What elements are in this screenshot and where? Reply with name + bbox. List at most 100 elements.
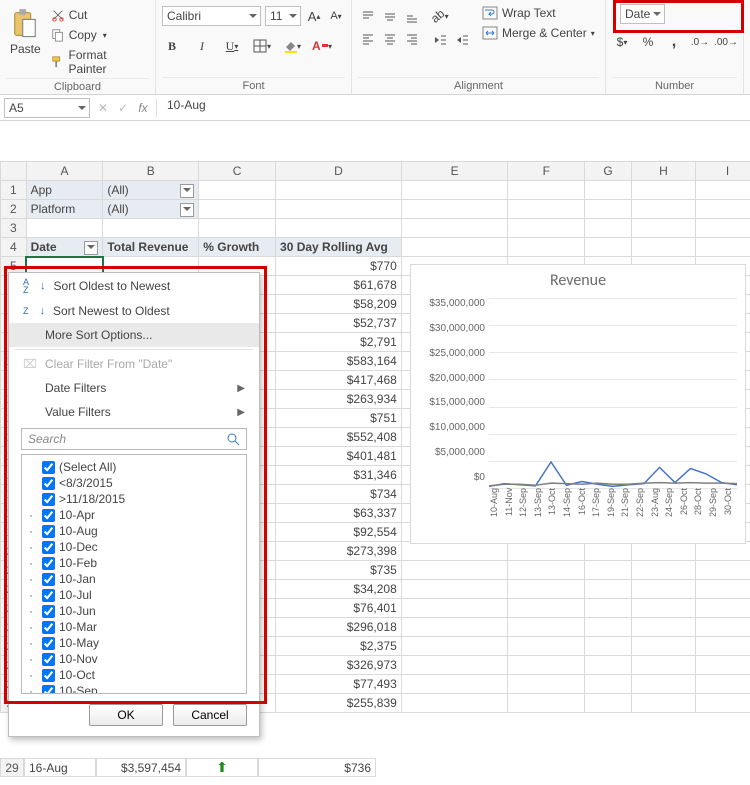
filter-item[interactable]: · 10-Apr — [24, 507, 244, 523]
filter-item[interactable]: (Select All) — [24, 459, 244, 475]
italic-button[interactable]: I — [192, 36, 212, 56]
revenue-chart[interactable]: Revenue $35,000,000$30,000,000$25,000,00… — [410, 264, 746, 544]
col-header-F[interactable]: F — [508, 162, 585, 181]
col-header-H[interactable]: H — [632, 162, 696, 181]
row-29[interactable]: 29 16-Aug $3,597,454 ⬆ $736 — [0, 758, 376, 777]
decrease-font-button[interactable]: A▾ — [327, 6, 345, 26]
filter-item[interactable]: · 10-Jul — [24, 587, 244, 603]
pivot-header-rolling[interactable]: 30 Day Rolling Avg — [276, 238, 402, 257]
pivot-filter-app-value[interactable]: (All) — [103, 181, 199, 200]
increase-indent-button[interactable] — [452, 30, 472, 50]
filter-item[interactable]: · 10-Dec — [24, 539, 244, 555]
dropdown-icon[interactable] — [180, 184, 194, 198]
filter-cancel-button[interactable]: Cancel — [173, 704, 247, 726]
bold-button[interactable]: B — [162, 36, 182, 56]
copy-button[interactable]: Copy ▾ — [49, 26, 149, 44]
fill-color-button[interactable]: ▾ — [282, 36, 302, 56]
filter-item[interactable]: · 10-Jun — [24, 603, 244, 619]
underline-button[interactable]: U ▾ — [222, 36, 242, 56]
cell-D17[interactable]: $734 — [276, 485, 402, 504]
sort-ascending-item[interactable]: ↓ Sort Oldest to Newest — [9, 273, 259, 299]
enter-formula-button[interactable]: ✓ — [114, 101, 132, 115]
dropdown-icon[interactable] — [180, 203, 194, 217]
pivot-filter-app-label[interactable]: App — [26, 181, 103, 200]
font-color-button[interactable]: A▾ — [312, 36, 332, 56]
select-all-corner[interactable] — [1, 162, 27, 181]
cell-D14[interactable]: $552,408 — [276, 428, 402, 447]
pivot-header-date[interactable]: Date — [26, 238, 103, 257]
align-middle-button[interactable] — [380, 6, 400, 26]
increase-decimal-button[interactable]: .0→ — [690, 32, 710, 52]
cell-D29[interactable]: $736 — [258, 758, 376, 777]
cell-C29[interactable]: ⬆ — [186, 758, 258, 777]
more-sort-options-item[interactable]: More Sort Options... — [9, 323, 259, 347]
align-bottom-button[interactable] — [402, 6, 422, 26]
cell-D25[interactable]: $2,375 — [276, 637, 402, 656]
cell-D19[interactable]: $92,554 — [276, 523, 402, 542]
align-top-button[interactable] — [358, 6, 378, 26]
pivot-header-revenue[interactable]: Total Revenue — [103, 238, 199, 257]
increase-font-button[interactable]: A▴ — [305, 6, 323, 26]
cell-A29[interactable]: 16-Aug — [24, 758, 96, 777]
formula-input[interactable]: 10-Aug — [161, 98, 746, 118]
cell-D28[interactable]: $255,839 — [276, 694, 402, 713]
cell-D23[interactable]: $76,401 — [276, 599, 402, 618]
filter-values-list[interactable]: (Select All) <8/3/2015 >11/18/2015· 10-A… — [21, 454, 247, 694]
borders-button[interactable]: ▾ — [252, 36, 272, 56]
filter-item[interactable]: · 10-Sep — [24, 683, 244, 694]
format-painter-button[interactable]: Format Painter — [49, 46, 149, 78]
align-left-button[interactable] — [358, 28, 378, 48]
cancel-formula-button[interactable]: ✕ — [94, 101, 112, 115]
filter-item[interactable]: · 10-Mar — [24, 619, 244, 635]
align-right-button[interactable] — [402, 28, 422, 48]
filter-item[interactable]: <8/3/2015 — [24, 475, 244, 491]
merge-center-button[interactable]: Merge & Center ▾ — [482, 26, 595, 40]
pivot-filter-platform-value[interactable]: (All) — [103, 200, 199, 219]
col-header-I[interactable]: I — [695, 162, 750, 181]
filter-ok-button[interactable]: OK — [89, 704, 163, 726]
name-box[interactable]: A5 — [4, 98, 90, 118]
decrease-decimal-button[interactable]: .00→ — [716, 32, 736, 52]
font-size-combo[interactable]: 11 — [265, 6, 301, 26]
column-headers[interactable]: A B C D E F G H I — [1, 162, 750, 181]
cell-D9[interactable]: $2,791 — [276, 333, 402, 352]
col-header-D[interactable]: D — [276, 162, 402, 181]
filter-item[interactable]: · 10-Aug — [24, 523, 244, 539]
cell-D21[interactable]: $735 — [276, 561, 402, 580]
orientation-button[interactable]: ab▾ — [430, 6, 450, 26]
cell-D13[interactable]: $751 — [276, 409, 402, 428]
pivot-filter-platform-label[interactable]: Platform — [26, 200, 103, 219]
filter-item[interactable]: · 10-Jan — [24, 571, 244, 587]
cell-D26[interactable]: $326,973 — [276, 656, 402, 675]
accounting-format-button[interactable]: $ ▾ — [612, 32, 632, 52]
cell-D10[interactable]: $583,164 — [276, 352, 402, 371]
font-family-combo[interactable]: Calibri — [162, 6, 261, 26]
cell-D6[interactable]: $61,678 — [276, 276, 402, 295]
col-header-A[interactable]: A — [26, 162, 103, 181]
cut-button[interactable]: Cut — [49, 6, 149, 24]
cell-D12[interactable]: $263,934 — [276, 390, 402, 409]
cell-D27[interactable]: $77,493 — [276, 675, 402, 694]
pivot-header-growth[interactable]: % Growth — [199, 238, 276, 257]
cell-D22[interactable]: $34,208 — [276, 580, 402, 599]
filter-item[interactable]: · 10-Feb — [24, 555, 244, 571]
percent-button[interactable]: % — [638, 32, 658, 52]
cell-D24[interactable]: $296,018 — [276, 618, 402, 637]
row-header-2[interactable]: 2 — [1, 200, 27, 219]
filter-item[interactable]: · 10-Oct — [24, 667, 244, 683]
row-header-4[interactable]: 4 — [1, 238, 27, 257]
cell-D8[interactable]: $52,737 — [276, 314, 402, 333]
col-header-C[interactable]: C — [199, 162, 276, 181]
cell-D5[interactable]: $770 — [276, 257, 402, 276]
col-header-B[interactable]: B — [103, 162, 199, 181]
filter-item[interactable]: >11/18/2015 — [24, 491, 244, 507]
align-center-button[interactable] — [380, 28, 400, 48]
cell-D11[interactable]: $417,468 — [276, 371, 402, 390]
number-format-combo[interactable]: Date — [620, 4, 665, 24]
row-header-29[interactable]: 29 — [0, 758, 24, 777]
paste-button[interactable]: Paste — [6, 6, 45, 58]
sort-descending-item[interactable]: ↓ Sort Newest to Oldest — [9, 299, 259, 323]
cell-D16[interactable]: $31,346 — [276, 466, 402, 485]
comma-button[interactable]: , — [664, 32, 684, 52]
fx-button[interactable]: fx — [134, 101, 152, 115]
